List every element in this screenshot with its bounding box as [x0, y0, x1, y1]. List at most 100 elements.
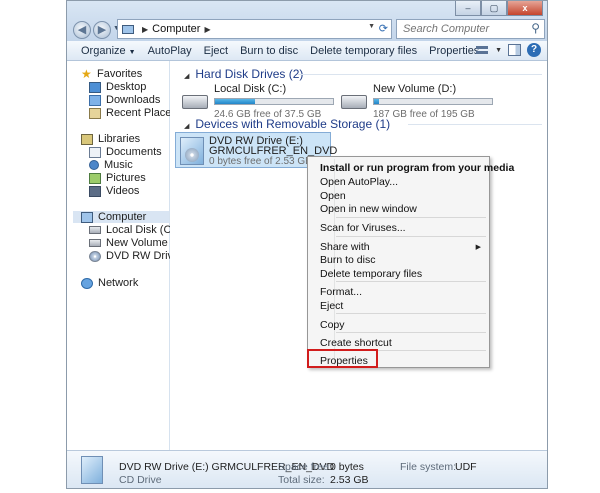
search-input[interactable]: [403, 22, 523, 36]
menu-item-copy[interactable]: Copy: [320, 319, 345, 331]
menu-item-eject[interactable]: Eject: [320, 300, 343, 312]
toolbar-right: ▼ ?: [475, 43, 541, 57]
nav-computer[interactable]: Computer: [73, 211, 169, 223]
computer-icon: [122, 24, 134, 34]
delete-temp-files-button[interactable]: Delete temporary files: [310, 45, 417, 57]
address-row: – ▢ x ◀ ▶ ▼ ▶ Computer ▶ ▼ ⟳ ⚲: [67, 1, 547, 41]
dvd-free-space: 0 bytes free of 2.53 GB: [209, 156, 312, 167]
hard-disks-header-label: Hard Disk Drives (2): [195, 67, 304, 81]
maximize-button[interactable]: ▢: [481, 1, 507, 16]
nav-pictures[interactable]: Pictures: [89, 172, 146, 184]
menu-item-burn-to-disc[interactable]: Burn to disc: [320, 254, 375, 266]
details-subtitle: CD Drive: [119, 474, 162, 486]
nav-recent-label: Recent Places: [106, 107, 177, 119]
file-system-value: UDF: [455, 461, 477, 473]
close-button[interactable]: x: [507, 1, 543, 16]
address-bar[interactable]: ▶ Computer ▶ ▼ ⟳: [117, 19, 392, 39]
menu-item-scan-viruses[interactable]: Scan for Viruses...: [320, 222, 406, 234]
computer-icon: [81, 211, 93, 223]
nav-videos[interactable]: Videos: [89, 185, 139, 197]
nav-downloads[interactable]: Downloads: [89, 94, 160, 106]
menu-separator: [336, 236, 486, 237]
menu-item-install-run[interactable]: Install or run program from your media: [320, 162, 514, 174]
nav-desktop[interactable]: Desktop: [89, 81, 146, 93]
drive-d-usage-fill: [374, 99, 379, 104]
nav-libraries-label: Libraries: [98, 133, 141, 145]
collapse-caret-icon[interactable]: ◢: [184, 123, 189, 130]
group-header-hard-disks[interactable]: ◢ Hard Disk Drives (2): [184, 67, 303, 81]
nav-libraries[interactable]: Libraries: [81, 133, 140, 145]
group-divider: [408, 124, 542, 125]
group-header-removable[interactable]: ◢ Devices with Removable Storage (1): [184, 117, 390, 131]
autoplay-button[interactable]: AutoPlay: [148, 45, 192, 57]
window-controls: – ▢ x: [455, 1, 543, 16]
menu-item-create-shortcut[interactable]: Create shortcut: [320, 337, 392, 349]
hard-disk-icon: [182, 95, 208, 109]
eject-button[interactable]: Eject: [204, 45, 228, 57]
nav-favorites-label: Favorites: [97, 68, 143, 80]
dvd-drive-icon: [89, 250, 101, 262]
search-icon[interactable]: ⚲: [531, 21, 540, 35]
menu-item-format[interactable]: Format...: [320, 286, 362, 298]
view-dropdown-icon[interactable]: ▼: [495, 47, 502, 54]
hard-disk-icon: [89, 239, 101, 247]
nav-downloads-label: Downloads: [106, 94, 161, 106]
network-icon: [81, 277, 93, 289]
recent-places-icon: [89, 107, 101, 119]
help-icon[interactable]: ?: [527, 43, 541, 57]
collapse-caret-icon[interactable]: ◢: [184, 73, 189, 80]
nav-computer-label: Computer: [98, 211, 147, 223]
downloads-icon: [89, 94, 101, 106]
menu-item-open[interactable]: Open: [320, 190, 346, 202]
drive-d-usage-bar: [373, 98, 493, 105]
properties-button[interactable]: Properties: [429, 45, 479, 57]
videos-icon: [89, 185, 101, 197]
nav-pictures-label: Pictures: [106, 172, 146, 184]
breadcrumb-chevron-icon[interactable]: ▶: [204, 25, 210, 34]
documents-icon: [89, 146, 101, 158]
menu-separator: [336, 313, 486, 314]
menu-item-share-with[interactable]: Share with: [320, 241, 370, 253]
details-pane: DVD RW Drive (E:) GRMCULFRER_EN_DVD CD D…: [67, 450, 547, 488]
organize-button[interactable]: Organize ▼: [81, 45, 136, 57]
nav-documents-label: Documents: [106, 146, 162, 158]
back-button[interactable]: ◀: [73, 21, 91, 39]
change-view-icon[interactable]: [475, 44, 489, 56]
nav-music-label: Music: [104, 159, 133, 171]
menu-item-open-autoplay[interactable]: Open AutoPlay...: [320, 176, 398, 188]
breadcrumb-chevron-icon[interactable]: ▶: [142, 25, 148, 34]
address-dropdown-icon[interactable]: ▼: [368, 23, 375, 30]
nav-local-disk-c[interactable]: Local Disk (C:): [89, 224, 178, 236]
dvd-drive-icon: [180, 137, 204, 165]
hard-disk-icon: [341, 95, 367, 109]
music-icon: [89, 160, 99, 170]
preview-pane-icon[interactable]: [508, 44, 521, 56]
drive-d-name: New Volume (D:): [373, 83, 457, 95]
command-bar: Organize ▼ AutoPlay Eject Burn to disc De…: [67, 41, 547, 61]
minimize-button[interactable]: –: [455, 1, 481, 16]
forward-button[interactable]: ▶: [93, 21, 111, 39]
nav-network[interactable]: Network: [81, 277, 138, 289]
dvd-drive-icon: [81, 456, 103, 484]
menu-separator: [336, 281, 486, 282]
nav-network-label: Network: [98, 277, 139, 289]
menu-item-delete-temp-files[interactable]: Delete temporary files: [320, 268, 422, 280]
menu-item-open-new-window[interactable]: Open in new window: [320, 203, 417, 215]
total-size-label: Total size:: [278, 474, 325, 486]
nav-recent-places[interactable]: Recent Places: [89, 107, 177, 119]
search-box[interactable]: ⚲: [396, 19, 545, 39]
drive-c-usage-fill: [215, 99, 256, 104]
total-size-value: 2.53 GB: [330, 474, 369, 486]
space-free-value: 0 bytes: [330, 461, 364, 473]
refresh-icon[interactable]: ⟳: [379, 22, 388, 35]
nav-documents[interactable]: Documents: [89, 146, 162, 158]
caret-down-icon: ▼: [128, 48, 136, 56]
group-divider: [298, 74, 542, 75]
drive-c-name: Local Disk (C:): [214, 83, 287, 95]
nav-favorites[interactable]: ★ Favorites: [81, 68, 142, 80]
burn-to-disc-button[interactable]: Burn to disc: [240, 45, 298, 57]
drive-c-usage-bar: [214, 98, 334, 105]
properties-highlight-box: [307, 349, 378, 368]
nav-music[interactable]: Music: [89, 159, 133, 171]
breadcrumb-computer[interactable]: Computer: [152, 23, 200, 35]
